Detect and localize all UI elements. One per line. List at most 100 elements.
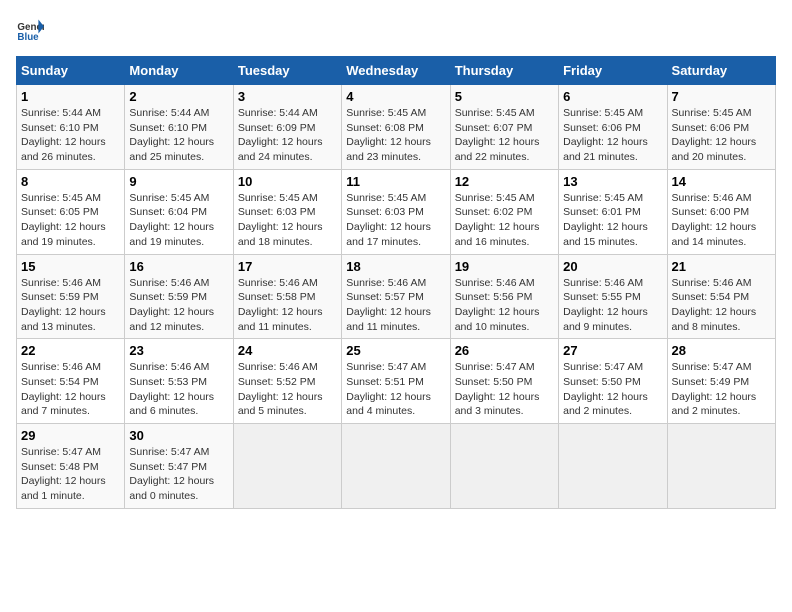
empty-cell xyxy=(233,424,341,509)
calendar-day-21: 21 Sunrise: 5:46 AMSunset: 5:54 PMDayligh… xyxy=(667,254,775,339)
calendar-day-7: 7 Sunrise: 5:45 AMSunset: 6:06 PMDaylight… xyxy=(667,85,775,170)
calendar-day-10: 10 Sunrise: 5:45 AMSunset: 6:03 PMDayligh… xyxy=(233,169,341,254)
calendar-day-6: 6 Sunrise: 5:45 AMSunset: 6:06 PMDaylight… xyxy=(559,85,667,170)
day-number: 15 xyxy=(21,259,120,274)
day-info: Sunrise: 5:46 AMSunset: 5:52 PMDaylight:… xyxy=(238,360,337,419)
calendar-day-18: 18 Sunrise: 5:46 AMSunset: 5:57 PMDayligh… xyxy=(342,254,450,339)
day-number: 2 xyxy=(129,89,228,104)
day-info: Sunrise: 5:47 AMSunset: 5:48 PMDaylight:… xyxy=(21,445,120,504)
calendar-day-1: 1Sunrise: 5:44 AMSunset: 6:10 PMDaylight… xyxy=(17,85,125,170)
day-info: Sunrise: 5:45 AMSunset: 6:03 PMDaylight:… xyxy=(238,191,337,250)
week-row-5: 29 Sunrise: 5:47 AMSunset: 5:48 PMDayligh… xyxy=(17,424,776,509)
day-number: 19 xyxy=(455,259,554,274)
empty-cell xyxy=(559,424,667,509)
day-number: 9 xyxy=(129,174,228,189)
day-info: Sunrise: 5:45 AMSunset: 6:07 PMDaylight:… xyxy=(455,106,554,165)
calendar-table: Sunday Monday Tuesday Wednesday Thursday… xyxy=(16,56,776,509)
day-info: Sunrise: 5:46 AMSunset: 5:55 PMDaylight:… xyxy=(563,276,662,335)
day-number: 23 xyxy=(129,343,228,358)
col-tuesday: Tuesday xyxy=(233,57,341,85)
day-number: 10 xyxy=(238,174,337,189)
calendar-day-16: 16 Sunrise: 5:46 AMSunset: 5:59 PMDayligh… xyxy=(125,254,233,339)
day-info: Sunrise: 5:44 AMSunset: 6:10 PMDaylight:… xyxy=(129,106,228,165)
day-number: 11 xyxy=(346,174,445,189)
day-info: Sunrise: 5:47 AMSunset: 5:49 PMDaylight:… xyxy=(672,360,771,419)
day-number: 6 xyxy=(563,89,662,104)
day-number: 30 xyxy=(129,428,228,443)
day-number: 4 xyxy=(346,89,445,104)
calendar-day-4: 4 Sunrise: 5:45 AMSunset: 6:08 PMDaylight… xyxy=(342,85,450,170)
day-info: Sunrise: 5:45 AMSunset: 6:05 PMDaylight:… xyxy=(21,191,120,250)
day-info: Sunrise: 5:46 AMSunset: 6:00 PMDaylight:… xyxy=(672,191,771,250)
day-info: Sunrise: 5:47 AMSunset: 5:47 PMDaylight:… xyxy=(129,445,228,504)
empty-cell xyxy=(450,424,558,509)
day-number: 5 xyxy=(455,89,554,104)
calendar-day-22: 22Sunrise: 5:46 AMSunset: 5:54 PMDayligh… xyxy=(17,339,125,424)
col-sunday: Sunday xyxy=(17,57,125,85)
calendar-day-24: 24 Sunrise: 5:46 AMSunset: 5:52 PMDayligh… xyxy=(233,339,341,424)
header: General Blue xyxy=(16,16,776,44)
day-number: 28 xyxy=(672,343,771,358)
empty-cell xyxy=(667,424,775,509)
logo-icon: General Blue xyxy=(16,16,44,44)
calendar-day-17: 17 Sunrise: 5:46 AMSunset: 5:58 PMDayligh… xyxy=(233,254,341,339)
day-number: 27 xyxy=(563,343,662,358)
day-info: Sunrise: 5:46 AMSunset: 5:56 PMDaylight:… xyxy=(455,276,554,335)
week-row-4: 22Sunrise: 5:46 AMSunset: 5:54 PMDayligh… xyxy=(17,339,776,424)
calendar-day-13: 13Sunrise: 5:45 AMSunset: 6:01 PMDayligh… xyxy=(559,169,667,254)
day-info: Sunrise: 5:46 AMSunset: 5:58 PMDaylight:… xyxy=(238,276,337,335)
calendar-day-5: 5 Sunrise: 5:45 AMSunset: 6:07 PMDaylight… xyxy=(450,85,558,170)
col-thursday: Thursday xyxy=(450,57,558,85)
day-info: Sunrise: 5:45 AMSunset: 6:06 PMDaylight:… xyxy=(563,106,662,165)
day-number: 1 xyxy=(21,89,120,104)
week-row-1: 1 Sunrise: 5:44 AMSunset: 6:10 PMDaylight… xyxy=(17,85,776,170)
calendar-day-12: 12Sunrise: 5:45 AMSunset: 6:02 PMDayligh… xyxy=(450,169,558,254)
col-saturday: Saturday xyxy=(667,57,775,85)
empty-cell xyxy=(342,424,450,509)
calendar-day-9: 9Sunrise: 5:45 AMSunset: 6:04 PMDaylight… xyxy=(125,169,233,254)
day-number: 21 xyxy=(672,259,771,274)
day-info: Sunrise: 5:46 AMSunset: 5:54 PMDaylight:… xyxy=(21,360,120,419)
day-number: 8 xyxy=(21,174,120,189)
day-info: Sunrise: 5:46 AMSunset: 5:57 PMDaylight:… xyxy=(346,276,445,335)
day-info: Sunrise: 5:44 AMSunset: 6:09 PMDaylight:… xyxy=(238,106,337,165)
day-number: 16 xyxy=(129,259,228,274)
calendar-day-11: 11 Sunrise: 5:45 AMSunset: 6:03 PMDayligh… xyxy=(342,169,450,254)
day-number: 18 xyxy=(346,259,445,274)
day-number: 29 xyxy=(21,428,120,443)
day-number: 17 xyxy=(238,259,337,274)
day-number: 20 xyxy=(563,259,662,274)
day-info: Sunrise: 5:46 AMSunset: 5:59 PMDaylight:… xyxy=(129,276,228,335)
calendar-day-25: 25Sunrise: 5:47 AMSunset: 5:51 PMDayligh… xyxy=(342,339,450,424)
day-number: 13 xyxy=(563,174,662,189)
calendar-day-30: 30 Sunrise: 5:47 AMSunset: 5:47 PMDayligh… xyxy=(125,424,233,509)
calendar-day-29: 29 Sunrise: 5:47 AMSunset: 5:48 PMDayligh… xyxy=(17,424,125,509)
calendar-day-2: 2 Sunrise: 5:44 AMSunset: 6:10 PMDaylight… xyxy=(125,85,233,170)
day-info: Sunrise: 5:46 AMSunset: 5:54 PMDaylight:… xyxy=(672,276,771,335)
week-row-3: 15 Sunrise: 5:46 AMSunset: 5:59 PMDayligh… xyxy=(17,254,776,339)
col-wednesday: Wednesday xyxy=(342,57,450,85)
day-info: Sunrise: 5:45 AMSunset: 6:08 PMDaylight:… xyxy=(346,106,445,165)
day-info: Sunrise: 5:46 AMSunset: 5:53 PMDaylight:… xyxy=(129,360,228,419)
day-info: Sunrise: 5:47 AMSunset: 5:50 PMDaylight:… xyxy=(563,360,662,419)
calendar-day-26: 26 Sunrise: 5:47 AMSunset: 5:50 PMDayligh… xyxy=(450,339,558,424)
calendar-day-15: 15 Sunrise: 5:46 AMSunset: 5:59 PMDayligh… xyxy=(17,254,125,339)
col-monday: Monday xyxy=(125,57,233,85)
day-info: Sunrise: 5:45 AMSunset: 6:03 PMDaylight:… xyxy=(346,191,445,250)
day-info: Sunrise: 5:47 AMSunset: 5:50 PMDaylight:… xyxy=(455,360,554,419)
calendar-day-23: 23 Sunrise: 5:46 AMSunset: 5:53 PMDayligh… xyxy=(125,339,233,424)
calendar-day-8: 8 Sunrise: 5:45 AMSunset: 6:05 PMDaylight… xyxy=(17,169,125,254)
day-number: 3 xyxy=(238,89,337,104)
day-info: Sunrise: 5:45 AMSunset: 6:02 PMDaylight:… xyxy=(455,191,554,250)
day-number: 7 xyxy=(672,89,771,104)
day-info: Sunrise: 5:46 AMSunset: 5:59 PMDaylight:… xyxy=(21,276,120,335)
calendar-day-14: 14Sunrise: 5:46 AMSunset: 6:00 PMDayligh… xyxy=(667,169,775,254)
calendar-day-3: 3 Sunrise: 5:44 AMSunset: 6:09 PMDaylight… xyxy=(233,85,341,170)
day-number: 25 xyxy=(346,343,445,358)
day-info: Sunrise: 5:45 AMSunset: 6:06 PMDaylight:… xyxy=(672,106,771,165)
day-number: 24 xyxy=(238,343,337,358)
day-number: 26 xyxy=(455,343,554,358)
calendar-day-19: 19 Sunrise: 5:46 AMSunset: 5:56 PMDayligh… xyxy=(450,254,558,339)
calendar-day-28: 28 Sunrise: 5:47 AMSunset: 5:49 PMDayligh… xyxy=(667,339,775,424)
calendar-day-27: 27 Sunrise: 5:47 AMSunset: 5:50 PMDayligh… xyxy=(559,339,667,424)
